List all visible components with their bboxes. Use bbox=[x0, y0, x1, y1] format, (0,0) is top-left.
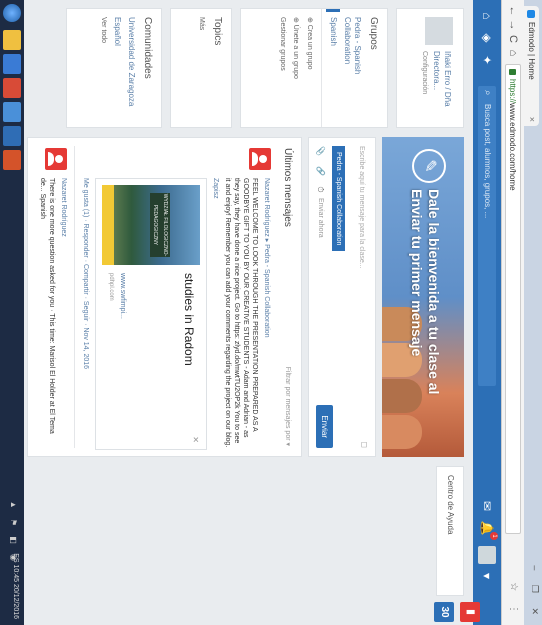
close-icon[interactable]: ✕ bbox=[191, 436, 200, 443]
preview-caption: www.swfimpi... bbox=[119, 273, 126, 319]
create-group-link[interactable]: ⊕ Crea un grupo bbox=[303, 9, 317, 127]
divider bbox=[74, 146, 75, 448]
profile-settings-link[interactable]: Configuración bbox=[420, 51, 429, 125]
group-item[interactable]: Spanish bbox=[326, 9, 340, 127]
tab-title: Edmodo | Home bbox=[527, 22, 536, 80]
top-navigation: ⌂ ◈ ✦ ⌕ Busca post, alumnos, grupos, ...… bbox=[473, 0, 501, 625]
url-host: www.edmodo.com/home bbox=[508, 103, 517, 191]
edmodo-favicon-icon bbox=[527, 10, 535, 18]
system-clock[interactable]: ES 10:45 20/12/2016 bbox=[12, 553, 19, 619]
reload-icon[interactable]: C bbox=[506, 32, 520, 46]
window-controls[interactable]: – ❐ ✕ bbox=[529, 565, 540, 621]
screen: Edmodo | Home × – ❐ ✕ ← → C ⌂ https://ww… bbox=[0, 0, 542, 625]
banner-title-line: Enviar tu primer mensaje bbox=[409, 189, 425, 357]
preview-source: pdhpl.com bbox=[108, 273, 114, 301]
preview-sign: WYDZIAŁ FILOLOGICZNO-PEDAGOGICZNY bbox=[150, 193, 170, 257]
profile-name[interactable]: Iñaki Erro / Dña Directora... bbox=[431, 51, 453, 125]
powerpoint-icon[interactable] bbox=[3, 150, 21, 170]
lock-icon bbox=[509, 69, 516, 75]
topics-title: Topics bbox=[212, 17, 223, 46]
home-nav-icon[interactable]: ⌂ bbox=[479, 8, 495, 24]
send-button[interactable]: Enviar bbox=[316, 405, 333, 448]
message-body: FEEL WELCOME TO LOOK THROUGH THE PRESENT… bbox=[224, 178, 258, 448]
chrome-icon[interactable] bbox=[3, 78, 21, 98]
forward-arrow-icon[interactable]: → bbox=[506, 18, 520, 32]
word-icon[interactable] bbox=[3, 126, 21, 146]
expand-icon[interactable]: ◻ bbox=[360, 441, 369, 448]
banner-photo bbox=[382, 415, 422, 449]
search-input[interactable]: ⌕ Busca post, alumnos, grupos, ... bbox=[478, 86, 496, 386]
search-icon: ⌕ bbox=[482, 90, 493, 96]
search-placeholder: Busca post, alumnos, grupos, ... bbox=[483, 104, 492, 219]
community-item[interactable]: Universidad de Zaragoza bbox=[124, 9, 138, 127]
browser-tab[interactable]: Edmodo | Home × bbox=[524, 6, 539, 126]
divider bbox=[321, 9, 322, 127]
message-filter-dropdown[interactable]: Filtrar por mensajes por ▾ bbox=[284, 367, 292, 446]
preview-title: studies in Radom bbox=[182, 273, 196, 366]
groups-card: Grupos Pedra - Spanish Collaboration Spa… bbox=[240, 8, 388, 128]
message-author[interactable]: Nazaret Rodríguez bbox=[60, 178, 67, 237]
profile-card: Iñaki Erro / Dña Directora... Configurac… bbox=[396, 8, 464, 128]
home-icon[interactable]: ⌂ bbox=[506, 46, 520, 60]
back-arrow-icon[interactable]: ← bbox=[506, 4, 520, 18]
communities-card: Comunidades Universidad de Zaragoza Espa… bbox=[66, 8, 162, 128]
post-composer: Escribe aquí tu mensaje para la clase...… bbox=[308, 137, 376, 457]
banner-title-line: Dale la bienvenida a tu clase al bbox=[426, 189, 442, 395]
schedule-link[interactable]: Enviar ahora bbox=[317, 198, 324, 238]
message-author[interactable]: Nazaret Rodríguez ▸ Pedra - Spanish Coll… bbox=[263, 178, 271, 338]
tab-close-icon[interactable]: × bbox=[524, 117, 539, 122]
preview-image-strip bbox=[102, 185, 114, 265]
url-scheme: https:// bbox=[508, 79, 517, 104]
chevron-down-icon[interactable]: ▾ bbox=[479, 568, 495, 584]
app-icon[interactable] bbox=[3, 54, 21, 74]
notifications-icon[interactable]: 🔔 1 bbox=[479, 520, 498, 540]
preview-image: WYDZIAŁ FILOLOGICZNO-PEDAGOGICZNY bbox=[102, 185, 200, 265]
left-sidebar: Iñaki Erro / Dña Directora... Configurac… bbox=[58, 8, 464, 128]
communities-more-link[interactable]: Ver todo bbox=[97, 9, 110, 127]
address-bar-row: ← → C ⌂ https://www.edmodo.com/home ☆ ⋮ bbox=[501, 0, 524, 625]
topics-more-link[interactable]: Más bbox=[195, 9, 208, 127]
author-avatar-icon[interactable] bbox=[249, 148, 271, 170]
start-button-icon[interactable] bbox=[3, 4, 21, 22]
calendar-icon[interactable]: 30 bbox=[434, 602, 454, 622]
browser-extras[interactable]: ☆ ⋮ bbox=[508, 582, 519, 619]
message-actions[interactable]: Me gusta (1) · Responder · Compartir · S… bbox=[82, 178, 89, 369]
profile-avatar[interactable] bbox=[425, 17, 453, 45]
groups-title: Grupos bbox=[368, 17, 379, 50]
notification-badge: 1 bbox=[490, 532, 498, 540]
community-item[interactable]: Español bbox=[110, 9, 124, 127]
banner-title: Dale la bienvenida a tu clase al Enviar … bbox=[408, 189, 442, 394]
taskbar: ▲ ⚑ ◧ ◉ ES 10:45 20/12/2016 bbox=[0, 0, 24, 625]
backpack-icon[interactable]: ◈ bbox=[479, 30, 495, 46]
link-preview[interactable]: WYDZIAŁ FILOLOGICZNO-PEDAGOGICZNY studie… bbox=[95, 178, 207, 450]
recipient-chip[interactable]: Pedra - Spanish Collaboration bbox=[332, 146, 345, 252]
author-avatar-icon[interactable] bbox=[45, 148, 67, 170]
help-center-link[interactable]: Centro de Ayuda bbox=[436, 466, 464, 596]
app-icon[interactable] bbox=[3, 102, 21, 122]
message-body: There is one more question asked for you… bbox=[39, 178, 55, 434]
message-link[interactable]: Zapisz bbox=[212, 178, 219, 199]
discover-icon[interactable]: ✦ bbox=[479, 52, 495, 68]
attachment-tools[interactable]: 📎 🔗 ⏱ bbox=[315, 146, 325, 197]
office-icon[interactable]: ▮ bbox=[460, 602, 480, 622]
latest-messages-title: Últimos mensajes bbox=[282, 148, 293, 227]
desktop-icons: ▮ 30 bbox=[428, 600, 486, 624]
browser-tab-bar: Edmodo | Home × – ❐ ✕ bbox=[524, 0, 542, 625]
topics-card: Topics Más bbox=[170, 8, 232, 128]
pencil-icon: ✎ bbox=[412, 149, 446, 183]
post-input[interactable]: Escribe aquí tu mensaje para la clase... bbox=[358, 146, 365, 269]
latest-messages-card: Últimos mensajes Filtrar por mensajes po… bbox=[27, 137, 302, 457]
messages-icon[interactable]: ✉ bbox=[479, 498, 495, 514]
communities-title: Comunidades bbox=[142, 17, 153, 79]
group-item[interactable]: Pedra - Spanish Collaboration bbox=[340, 9, 364, 127]
join-group-link[interactable]: ⊕ Únete a un grupo bbox=[289, 9, 303, 127]
welcome-banner[interactable]: ✎ Dale la bienvenida a tu clase al Envia… bbox=[382, 137, 464, 457]
manage-groups-link[interactable]: Gestionar grupos bbox=[276, 9, 289, 127]
file-explorer-icon[interactable] bbox=[3, 30, 21, 50]
user-avatar[interactable] bbox=[478, 546, 496, 564]
url-input[interactable]: https://www.edmodo.com/home bbox=[505, 64, 521, 534]
